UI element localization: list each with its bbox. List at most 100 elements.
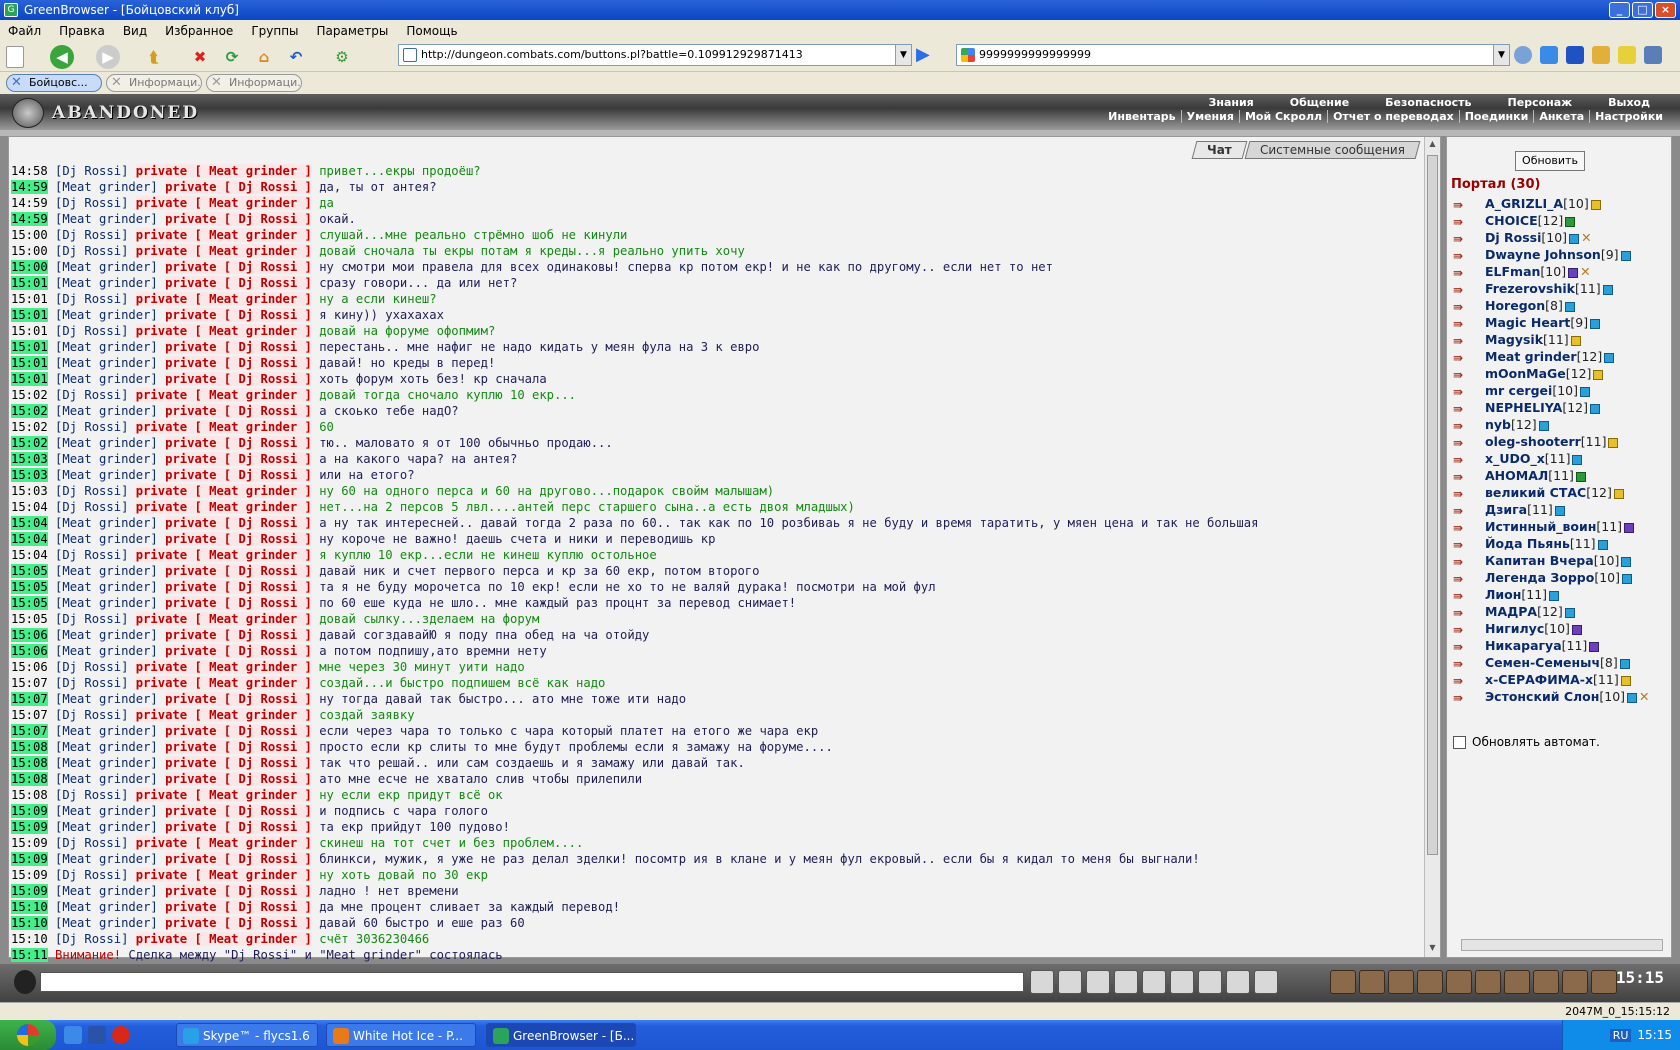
private-message-icon[interactable]: ⇛ [1453, 588, 1475, 603]
private-message-icon[interactable]: ⇛ [1453, 639, 1475, 654]
action-icon-4[interactable] [1417, 970, 1443, 994]
user-name[interactable]: Magysik [1485, 332, 1543, 347]
message-sender[interactable]: [Meat grinder] [55, 820, 158, 834]
nav-knowledge[interactable]: Знания [1191, 96, 1272, 109]
message-private-target[interactable]: private [ Meat grinder ] [135, 500, 312, 514]
message-sender[interactable]: [Meat grinder] [55, 852, 158, 866]
message-private-target[interactable]: private [ Dj Rossi ] [165, 260, 312, 274]
message-sender[interactable]: [Meat grinder] [55, 404, 158, 418]
message-sender[interactable]: [Meat grinder] [55, 580, 158, 594]
filter-icon[interactable] [1086, 970, 1110, 994]
message-private-target[interactable]: private [ Meat grinder ] [135, 612, 312, 626]
action-icon-5[interactable] [1446, 970, 1472, 994]
message-sender[interactable]: [Meat grinder] [55, 756, 158, 770]
message-sender[interactable]: [Dj Rossi] [55, 660, 128, 674]
message-private-target[interactable]: private [ Dj Rossi ] [165, 740, 312, 754]
message-time[interactable]: 15:08 [11, 788, 48, 802]
task-skype[interactable]: Skype™ - flycs1.6 [176, 1023, 318, 1047]
private-message-icon[interactable]: ⇛ [1453, 265, 1475, 280]
message-time[interactable]: 15:00 [11, 244, 48, 258]
message-private-target[interactable]: private [ Dj Rossi ] [165, 276, 312, 290]
message-sender[interactable]: [Meat grinder] [55, 596, 158, 610]
action-icon-6[interactable] [1475, 970, 1501, 994]
user-name[interactable]: МАДРА [1485, 604, 1537, 619]
message-sender[interactable]: [Dj Rossi] [55, 932, 128, 946]
user-info-icon[interactable] [1593, 369, 1604, 380]
message-private-target[interactable]: private [ Dj Rossi ] [165, 516, 312, 530]
message-private-target[interactable]: private [ Dj Rossi ] [165, 580, 312, 594]
message-time[interactable]: 15:02 [11, 420, 48, 434]
private-message-icon[interactable]: ⇛ [1453, 231, 1475, 246]
message-time[interactable]: 15:05 [11, 580, 48, 594]
message-private-target[interactable]: private [ Dj Rossi ] [165, 692, 312, 706]
scroll-up-icon[interactable]: ▲ [1427, 139, 1438, 151]
private-message-icon[interactable]: ⇛ [1453, 248, 1475, 263]
tab-info-1[interactable]: ✕ Информаци... [106, 74, 202, 92]
tab-close-icon[interactable]: ✕ [11, 75, 22, 91]
user-name[interactable]: mr cergei [1485, 383, 1552, 398]
private-message-icon[interactable]: ⇛ [1453, 435, 1475, 450]
up-icon[interactable]: ⮬ [142, 45, 166, 69]
message-sender[interactable]: [Meat grinder] [55, 372, 158, 386]
message-time[interactable]: 15:08 [11, 772, 48, 786]
private-message-icon[interactable]: ⇛ [1453, 197, 1475, 212]
private-message-icon[interactable]: ⇛ [1453, 350, 1475, 365]
message-time[interactable]: 15:08 [11, 756, 48, 770]
user-info-icon[interactable] [1621, 556, 1632, 567]
user-info-icon[interactable] [1608, 437, 1619, 448]
message-private-target[interactable]: private [ Dj Rossi ] [165, 180, 312, 194]
message-time[interactable]: 15:04 [11, 532, 48, 546]
message-sender[interactable]: [Meat grinder] [55, 644, 158, 658]
message-time[interactable]: 15:02 [11, 436, 48, 450]
user-info-icon[interactable] [1622, 573, 1633, 584]
user-info-icon[interactable] [1571, 624, 1582, 635]
message-time[interactable]: 15:07 [11, 692, 48, 706]
message-sender[interactable]: [Meat grinder] [55, 532, 158, 546]
word-icon[interactable] [88, 1026, 106, 1044]
go-icon[interactable]: ▶ [916, 44, 930, 65]
back-icon[interactable]: ◀ [50, 44, 74, 69]
message-time[interactable]: 15:07 [11, 708, 48, 722]
message-time[interactable]: 15:09 [11, 836, 48, 850]
message-time[interactable]: 15:09 [11, 852, 48, 866]
message-sender[interactable]: [Dj Rossi] [55, 324, 128, 338]
grid-icon[interactable] [1644, 46, 1662, 64]
message-sender[interactable]: [Dj Rossi] [55, 484, 128, 498]
user-info-icon[interactable] [1597, 539, 1608, 550]
private-message-icon[interactable]: ⇛ [1453, 503, 1475, 518]
message-private-target[interactable]: private [ Meat grinder ] [135, 660, 312, 674]
message-private-target[interactable]: private [ Dj Rossi ] [165, 468, 312, 482]
refresh-icon[interactable]: ⟳ [220, 45, 244, 69]
message-time[interactable]: 15:06 [11, 628, 48, 642]
nav-skills[interactable]: Умения [1182, 110, 1240, 123]
message-sender[interactable]: [Meat grinder] [55, 724, 158, 738]
user-info-icon[interactable] [1565, 216, 1576, 227]
private-message-icon[interactable]: ⇛ [1453, 316, 1475, 331]
message-time[interactable]: 15:00 [11, 260, 48, 274]
user-info-icon[interactable] [1538, 420, 1549, 431]
nav-character[interactable]: Персонаж [1490, 96, 1591, 109]
tab-combats[interactable]: ✕ Бойцовс... [6, 74, 102, 92]
message-sender[interactable]: [Dj Rossi] [55, 836, 128, 850]
message-time[interactable]: 14:59 [11, 196, 48, 210]
user-info-icon[interactable] [1620, 675, 1631, 686]
message-sender[interactable]: [Meat grinder] [55, 628, 158, 642]
message-sender[interactable]: [Meat grinder] [55, 740, 158, 754]
task-greenbrowser[interactable]: GreenBrowser - [Б... [486, 1023, 636, 1047]
user-name[interactable]: АНОМАЛ [1485, 468, 1548, 483]
user-info-icon[interactable] [1570, 335, 1581, 346]
nav-profile[interactable]: Анкета [1534, 110, 1591, 123]
private-message-icon[interactable]: ⇛ [1453, 673, 1475, 688]
private-message-icon[interactable]: ⇛ [1453, 214, 1475, 229]
message-time[interactable]: 15:02 [11, 388, 48, 402]
message-sender[interactable]: [Dj Rossi] [55, 164, 128, 178]
message-sender[interactable]: [Meat grinder] [55, 884, 158, 898]
user-name[interactable]: Dwayne Johnson [1485, 247, 1601, 262]
message-private-target[interactable]: private [ Dj Rossi ] [165, 820, 312, 834]
private-message-icon[interactable]: ⇛ [1453, 554, 1475, 569]
opera-icon[interactable] [112, 1026, 130, 1044]
message-private-target[interactable]: private [ Dj Rossi ] [165, 628, 312, 642]
user-info-icon[interactable] [1568, 267, 1579, 278]
chat-settings-icon[interactable] [1254, 970, 1278, 994]
user-info-icon[interactable] [1549, 590, 1560, 601]
